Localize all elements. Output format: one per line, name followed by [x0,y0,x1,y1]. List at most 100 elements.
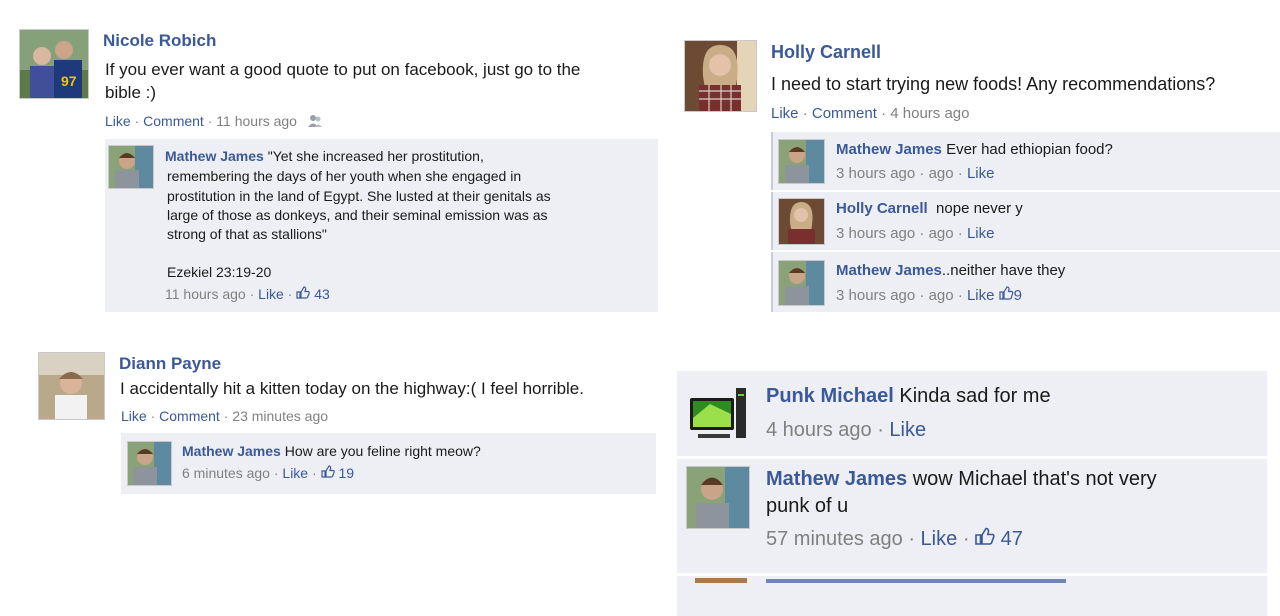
post2-reply-like[interactable]: Like [967,165,995,182]
post3-timestamp[interactable]: 23 minutes ago [232,408,328,424]
avatar-holly-carnell[interactable] [684,40,757,112]
post4-reply-text: Kinda sad for me [899,385,1051,407]
avatar-mathew-james[interactable] [686,466,750,529]
friends-icon [307,114,323,131]
post2-reply-time[interactable]: 3 hours ago [836,225,915,242]
avatar-photo [109,146,153,188]
post1-reply-text-line: prostitution in the land of Egypt. She l… [167,188,551,204]
avatar-photo: 97 [20,30,88,98]
post2-reply: Holly Carnell nope never y 3 hours ago ·… [771,192,1280,250]
post1-actions: Like · Comment · 11 hours ago [105,113,323,131]
post1-reply-text-line: remembering the days of her youth when s… [167,168,522,184]
svg-text:97: 97 [61,73,77,89]
post3-reply-time[interactable]: 6 minutes ago [182,465,270,481]
post4-reply-meta: 57 minutes ago · Like · 47 [766,527,1023,550]
avatar-photo [685,41,756,111]
avatar-diann-payne[interactable] [38,352,105,420]
post2-reply: Mathew James..neither have they 3 hours … [771,252,1280,312]
post2-reply-ago: ago [928,287,954,304]
avatar-mathew-james[interactable] [108,145,154,189]
post1-reply-line1: Mathew James "Yet she increased her pros… [165,148,484,164]
post2-reply-time[interactable]: 3 hours ago [836,287,915,304]
post1-timestamp[interactable]: 11 hours ago [216,113,297,129]
post1-reply-meta: 11 hours ago · Like · 43 [165,286,330,302]
post2-reply-body: Mathew James Ever had ethiopian food? [836,141,1113,158]
post2-reply-like[interactable]: Like [967,225,995,242]
post2-reply-likes[interactable]: 9 [999,286,1022,304]
post2-reply-ago: ago [928,165,954,182]
cropped-next-reply [677,576,1267,616]
thumbs-up-icon [296,286,311,302]
avatar-photo [128,442,171,485]
avatar-photo [687,467,749,528]
avatar-photo [779,261,824,305]
post4-reply-text-line2: punk of u [766,495,849,517]
post2-like-link[interactable]: Like [771,105,799,122]
post3-author[interactable]: Diann Payne [119,354,221,374]
post4-reply-text-line1: wow Michael that's not very [912,468,1157,490]
post2-reply-body: Holly Carnell nope never y [836,200,1023,217]
post2-reply-ago: ago [928,225,954,242]
post3-reply-author[interactable]: Mathew James [182,443,281,459]
post1-reply-like[interactable]: Like [258,286,284,302]
post1-reply-like-count: 43 [314,286,330,302]
post3-reply-meta: 6 minutes ago · Like · 19 [182,465,355,481]
avatar-holly-carnell[interactable] [778,198,825,245]
thumbs-up-icon [999,286,1014,304]
post4-reply-like[interactable]: Like [889,419,926,441]
post1-reply-author[interactable]: Mathew James [165,148,264,164]
post2-reply-meta: 3 hours ago · ago · Like 9 [836,286,1022,304]
post2-reply-body: Mathew James..neither have they [836,262,1065,279]
post2-comment-link[interactable]: Comment [812,105,877,122]
post4-reply-time[interactable]: 57 minutes ago [766,528,903,550]
avatar-mathew-james[interactable] [127,441,172,486]
post4-thread: Punk Michael Kinda sad for me 4 hours ag… [677,369,1267,616]
post1-reply-likes[interactable]: 43 [296,286,330,302]
post2-reply-author[interactable]: Mathew James [836,141,942,158]
post2-author[interactable]: Holly Carnell [771,42,881,63]
post2-reply-text: ..neither have they [941,262,1066,279]
post3-like-link[interactable]: Like [121,408,147,424]
post2-reply-text: nope never y [936,200,1023,217]
avatar-mathew-james[interactable] [778,260,825,306]
post4-reply-author[interactable]: Mathew James [766,468,907,490]
post1-like-link[interactable]: Like [105,113,131,129]
avatar-photo [779,199,824,244]
monitor-icon[interactable] [687,383,749,445]
post1-reply-text-line: strong of that as stallions" [167,226,327,242]
post3-reply: Mathew James How are you feline right me… [121,433,656,494]
avatar-nicole-robich[interactable]: 97 [19,29,89,99]
post2-reply: Mathew James Ever had ethiopian food? 3 … [771,132,1280,190]
post4-reply-body: Mathew James wow Michael that's not very [766,468,1157,491]
post3-reply-like-count: 19 [338,465,355,481]
post4-reply-author[interactable]: Punk Michael [766,385,894,407]
post4-reply-like[interactable]: Like [921,528,958,550]
post2-reply-text: Ever had ethiopian food? [946,141,1113,158]
post2-reply-author[interactable]: Holly Carnell [836,200,928,217]
avatar-photo [779,140,824,183]
post1-reply-citation: Ezekiel 23:19-20 [167,264,272,280]
post4-reply-body: Punk Michael Kinda sad for me [766,385,1051,408]
post2-reply-like[interactable]: Like [967,287,995,304]
post1-reply: Mathew James "Yet she increased her pros… [105,139,658,312]
post1-author[interactable]: Nicole Robich [103,31,216,51]
divider [677,456,1267,459]
post1-reply-text-line: large of those as donkeys, and their sem… [167,207,548,223]
avatar-mathew-james[interactable] [778,139,825,184]
post2-actions: Like · Comment · 4 hours ago [771,105,970,122]
post2-reply-author[interactable]: Mathew James [836,262,942,279]
post1-reply-time[interactable]: 11 hours ago [165,286,246,302]
post3-comment-link[interactable]: Comment [159,408,220,424]
post3-reply-likes[interactable]: 19 [320,465,355,481]
post2-reply-like-count: 9 [1013,287,1022,304]
post3-reply-like[interactable]: Like [282,465,308,481]
avatar-photo [39,353,104,419]
post4-reply-likes[interactable]: 47 [975,527,1023,550]
post3-text: I accidentally hit a kitten today on the… [120,379,584,398]
post3-reply-body: Mathew James How are you feline right me… [182,443,481,459]
post2-timestamp[interactable]: 4 hours ago [890,105,969,122]
post4-reply-time[interactable]: 4 hours ago [766,419,872,441]
post2-reply-time[interactable]: 3 hours ago [836,165,915,182]
post2-text: I need to start trying new foods! Any re… [771,74,1216,94]
post1-comment-link[interactable]: Comment [143,113,204,129]
